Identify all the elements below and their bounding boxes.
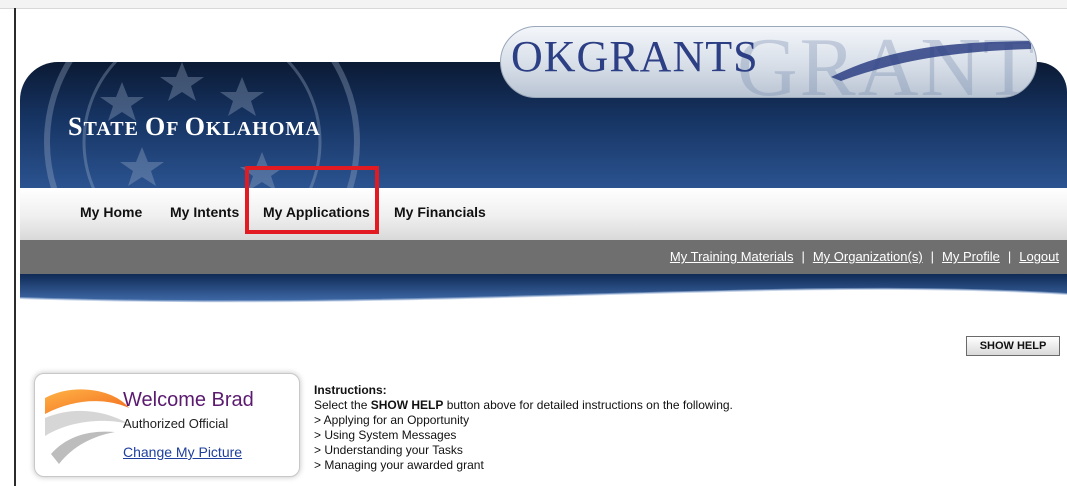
highlight-box [245, 166, 379, 234]
util-separator: | [801, 249, 805, 264]
okgrants-logo: GRANTS OKGRANTS [500, 26, 1037, 98]
intro-prefix: Select the [314, 398, 371, 412]
util-separator: | [930, 249, 935, 264]
utility-bar: My Training Materials | My Organization(s)… [20, 240, 1067, 274]
top-strip [0, 0, 1067, 9]
instruction-item: > Managing your awarded grant [314, 458, 484, 472]
state-title: STATE OF OKLAHOMA [68, 112, 321, 141]
instructions-intro: Select the SHOW HELP button above for de… [314, 398, 733, 413]
intro-suffix: button above for detailed instructions o… [443, 398, 733, 412]
nav-my-financials[interactable]: My Financials [394, 204, 486, 220]
show-help-button[interactable]: SHOW HELP [966, 336, 1060, 356]
instructions-title: Instructions: [314, 383, 387, 397]
my-profile-link[interactable]: My Profile [942, 249, 1000, 264]
page-frame: STATE OF OKLAHOMA GRANTS OKGRANTS My Hom… [0, 0, 1067, 486]
welcome-card: Welcome Brad Authorized Official Change … [34, 373, 300, 477]
user-role: Authorized Official [123, 416, 229, 431]
change-picture-link[interactable]: Change My Picture [123, 444, 242, 460]
training-materials-link[interactable]: My Training Materials [670, 249, 794, 264]
instruction-item: > Using System Messages [314, 428, 457, 442]
logout-link[interactable]: Logout [1019, 249, 1059, 264]
logo-text: OKGRANTS [511, 32, 759, 81]
header-wave [20, 274, 1067, 303]
util-separator: | [1007, 249, 1012, 264]
main-nav: My Home My Intents My Applications My Fi… [20, 188, 1067, 240]
utility-links: My Training Materials | My Organization(s)… [670, 249, 1059, 264]
instructions-panel: Instructions: Select the SHOW HELP butto… [314, 383, 733, 473]
instruction-item: > Understanding your Tasks [314, 443, 463, 457]
nav-my-home[interactable]: My Home [80, 204, 142, 220]
nav-my-intents[interactable]: My Intents [170, 204, 239, 220]
welcome-name: Welcome Brad [123, 389, 254, 411]
my-organizations-link[interactable]: My Organization(s) [813, 249, 923, 264]
intro-emphasis: SHOW HELP [370, 398, 444, 412]
instruction-item: > Applying for an Opportunity [314, 413, 470, 427]
left-rule [14, 8, 16, 486]
avatar [45, 389, 129, 464]
logo-swoosh-icon [831, 41, 1031, 81]
